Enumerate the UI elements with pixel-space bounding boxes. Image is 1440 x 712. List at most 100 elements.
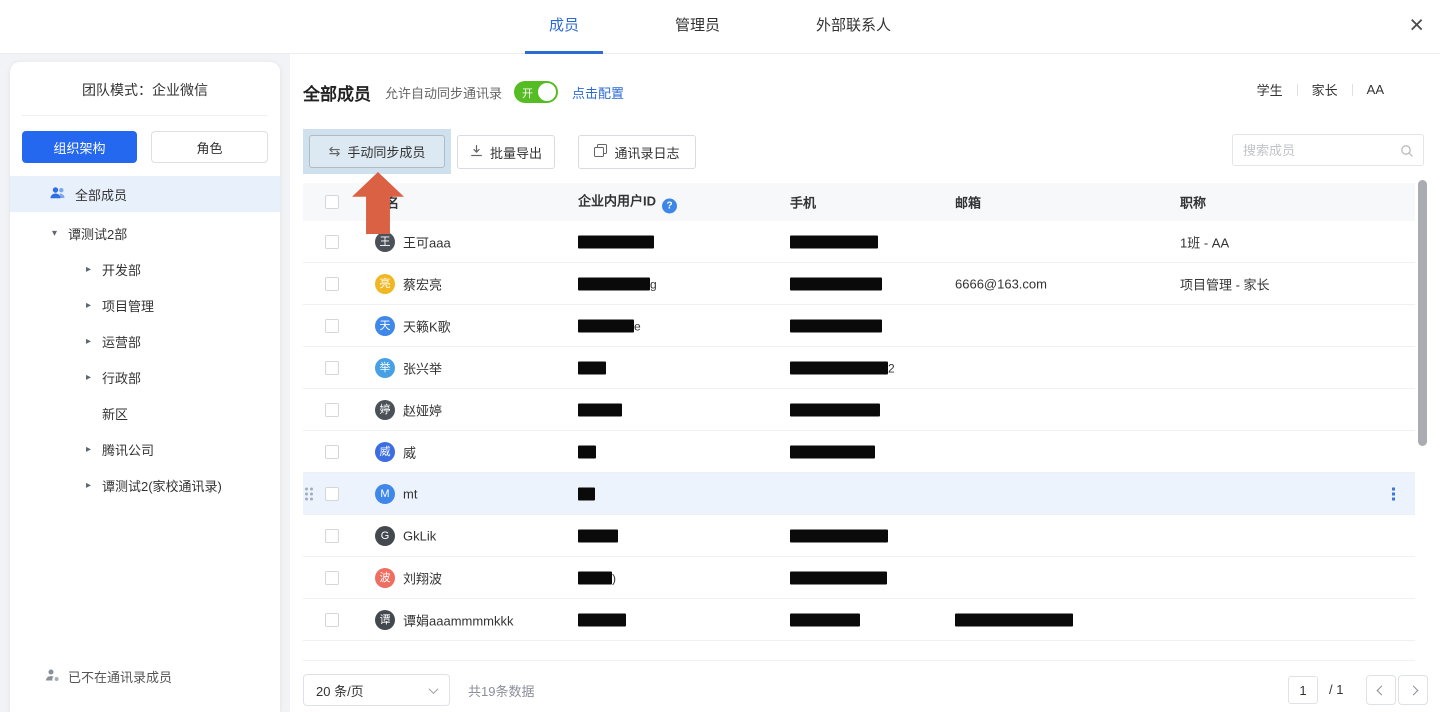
phone-redaction [790,319,882,332]
team-mode-label: 团队模式：企业微信 [10,62,280,100]
member-name: GkLik [403,528,436,543]
top-tabs: 成员 管理员 外部联系人 [525,0,915,54]
table-row[interactable]: M mt [303,473,1415,515]
sidebar-item-all-members[interactable]: 全部成员 [10,176,280,212]
org-structure-button[interactable]: 组织架构 [22,131,137,163]
caret-right-icon[interactable]: ▸ [86,444,102,455]
chevron-left-icon [1376,685,1386,695]
row-checkbox[interactable] [325,487,339,501]
tree-item[interactable]: ▸开发部 [10,251,280,287]
sidebar: 团队模式：企业微信 组织架构 角色 全部成员 ▾谭测试2部▸开发部▸项目管理▸运… [10,62,280,712]
sync-highlight: ⇆ 手动同步成员 [303,129,451,174]
tab-admins[interactable]: 管理员 [651,0,744,54]
row-checkbox[interactable] [325,445,339,459]
scrollbar-thumb[interactable] [1418,180,1427,446]
row-checkbox[interactable] [325,235,339,249]
tree-item[interactable]: ▾谭测试2部 [10,215,280,251]
member-name: 威 [403,442,416,461]
table-row[interactable]: 举 张兴举 2 [303,347,1415,389]
avatar: 波 [375,568,395,588]
sidebar-item-ex-members[interactable]: 已不在通讯录成员 [10,667,172,686]
prev-page-button[interactable] [1366,675,1396,705]
tree-item[interactable]: ▸谭测试2(家校通讯录) [10,467,280,503]
avatar: 亮 [375,274,395,294]
link-student[interactable]: 学生 [1243,80,1297,99]
row-checkbox[interactable] [325,571,339,585]
corner-links: 学生 家长 AA [1243,80,1398,99]
log-copy-icon [594,144,607,160]
page-size-select[interactable]: 20 条/页 [303,674,450,706]
tab-external-contacts[interactable]: 外部联系人 [792,0,915,54]
tab-members[interactable]: 成员 [525,0,603,54]
select-all-checkbox[interactable] [325,195,339,209]
table-row[interactable]: 婷 赵娅婷 [303,389,1415,431]
page-number-input[interactable] [1288,676,1318,704]
uid-redaction [578,277,650,290]
caret-right-icon[interactable]: ▸ [86,300,102,311]
row-checkbox[interactable] [325,361,339,375]
header-user-id: 企业内用户ID? [578,191,677,214]
table-row[interactable]: 天 天籁K歌 e [303,305,1415,347]
manual-sync-button[interactable]: ⇆ 手动同步成员 [309,135,445,168]
role-button[interactable]: 角色 [151,131,268,163]
phone-redaction [790,571,887,584]
tree-item[interactable]: ▸项目管理 [10,287,280,323]
row-checkbox[interactable] [325,277,339,291]
drag-handle[interactable] [305,487,313,500]
sync-toggle[interactable]: 开 [514,81,558,103]
next-page-button[interactable] [1398,675,1428,705]
sync-arrows-icon: ⇆ [329,143,341,160]
phone-redaction [790,361,888,374]
table-row[interactable]: 波 刘翔波 ) [303,557,1415,599]
member-name: 王可aaa [403,232,451,251]
member-name: 张兴举 [403,358,442,377]
row-checkbox[interactable] [325,319,339,333]
phone-redaction [790,529,888,542]
caret-right-icon[interactable]: ▸ [86,336,102,347]
link-parent[interactable]: 家长 [1298,80,1352,99]
chevron-right-icon [1408,685,1418,695]
caret-right-icon[interactable]: ▸ [86,372,102,383]
avatar: 威 [375,442,395,462]
chevron-down-icon [429,684,439,694]
row-menu-icon[interactable] [1389,484,1398,503]
avatar: 天 [375,316,395,336]
members-table: 姓名 企业内用户ID? 手机 邮箱 职称 王 王可aaa 1班 - AA 亮 蔡… [303,183,1415,641]
table-row[interactable]: 威 威 [303,431,1415,473]
batch-export-button[interactable]: 批量导出 [457,135,555,169]
config-link[interactable]: 点击配置 [572,83,624,102]
auto-sync-label: 允许自动同步通讯录 [385,83,502,102]
header-phone: 手机 [790,193,816,212]
contact-log-button[interactable]: 通讯录日志 [578,135,696,169]
close-icon[interactable]: × [1409,10,1424,40]
table-row[interactable]: G GkLik [303,515,1415,557]
row-checkbox[interactable] [325,613,339,627]
tree-item-label: 谭测试2部 [68,224,127,243]
tree-item[interactable]: ▸运营部 [10,323,280,359]
sidebar-footer-label: 已不在通讯录成员 [68,667,172,686]
row-checkbox[interactable] [325,529,339,543]
caret-right-icon[interactable]: ▸ [86,480,102,491]
table-row[interactable]: 王 王可aaa 1班 - AA [303,221,1415,263]
link-aa[interactable]: AA [1353,82,1398,97]
table-row[interactable]: 谭 谭娟aaammmmkkk [303,599,1415,641]
search-input[interactable] [1233,135,1423,165]
row-checkbox[interactable] [325,403,339,417]
title-text: 1班 - AA [1180,232,1229,251]
tree-item[interactable]: 新区 [10,395,280,431]
tree-item[interactable]: ▸行政部 [10,359,280,395]
caret-right-icon[interactable]: ▸ [86,264,102,275]
tree-item[interactable]: ▸腾讯公司 [10,431,280,467]
member-name: 蔡宏亮 [403,274,442,293]
caret-down-icon[interactable]: ▾ [52,228,68,239]
toggle-knob [538,83,556,101]
uid-redaction [578,403,622,416]
uid-redaction [578,445,596,458]
uid-redaction [578,235,654,248]
avatar: 举 [375,358,395,378]
help-icon[interactable]: ? [662,199,677,214]
page-total-label: / 1 [1329,682,1343,697]
table-row[interactable]: 亮 蔡宏亮 g 6666@163.com 项目管理 - 家长 [303,263,1415,305]
title-text: 项目管理 - 家长 [1180,274,1270,293]
uid-tail: e [634,319,641,333]
